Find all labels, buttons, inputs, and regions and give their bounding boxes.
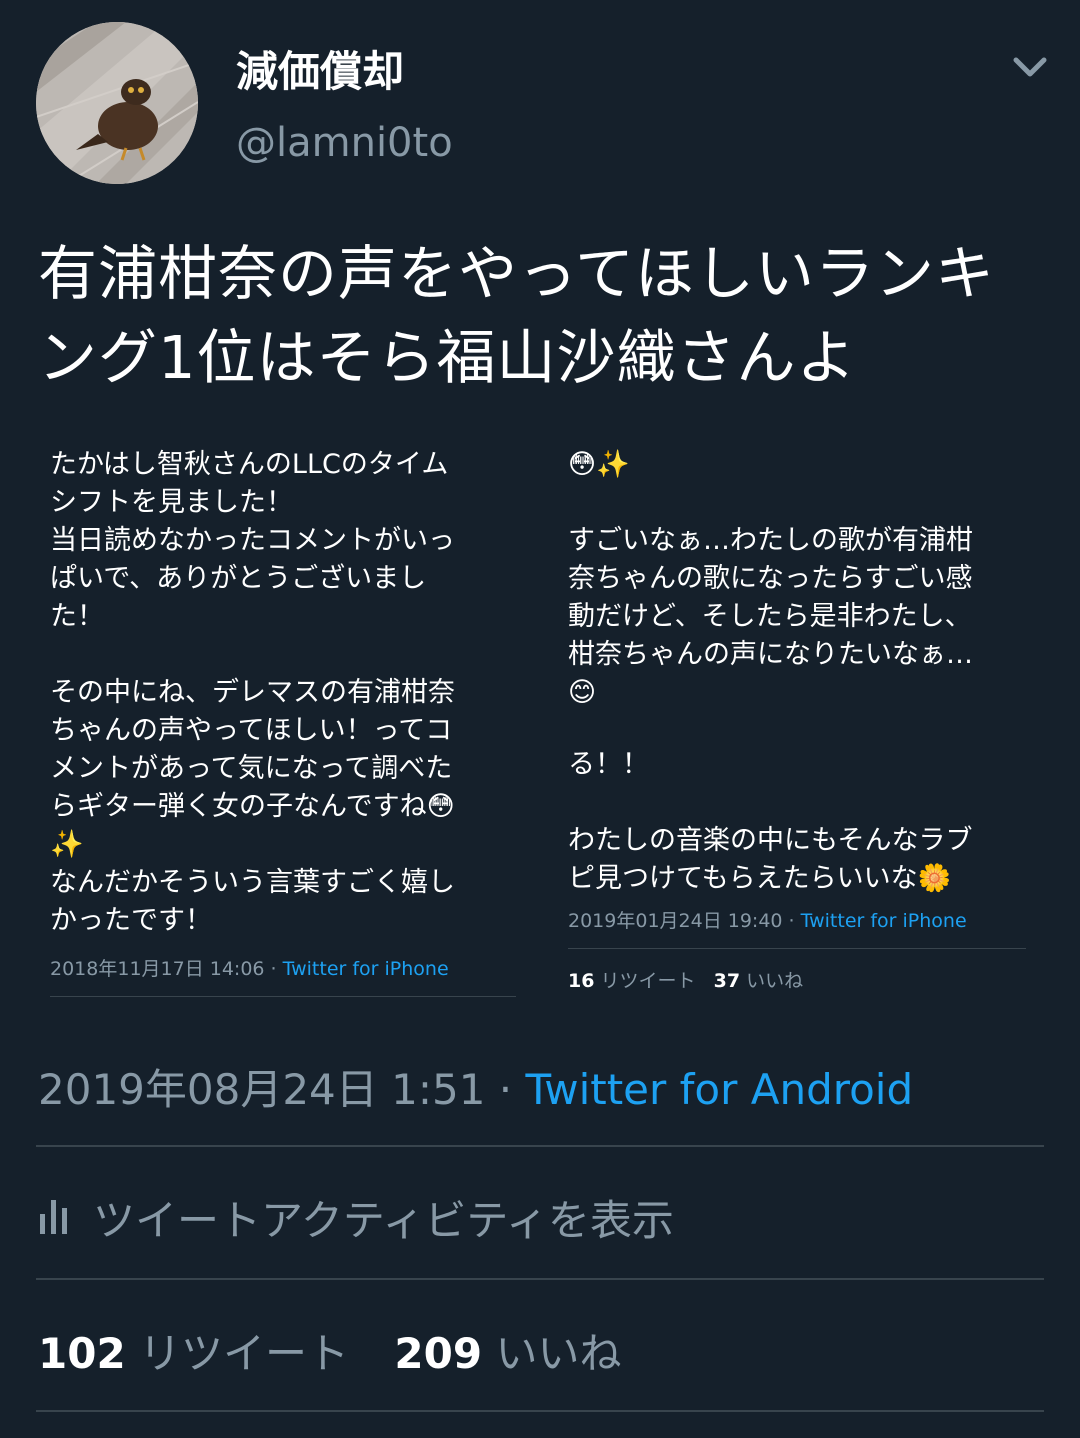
tweet-timestamp: 2019年08月24日 1:51 · Twitter for Android xyxy=(38,1065,914,1114)
divider xyxy=(50,996,516,997)
client-link[interactable]: Twitter for Android xyxy=(526,1065,914,1114)
screenshot-timestamp: 2019年01月24日 19:40 · Twitter for iPhone xyxy=(568,910,967,932)
screenshot-stats: 16 リツイート 37 いいね xyxy=(568,970,804,992)
tweet-activity-label: ツイートアクティビティを表示 xyxy=(93,1195,674,1245)
retweet-count[interactable]: 102 リツイート xyxy=(38,1329,349,1378)
divider xyxy=(568,948,1026,949)
screenshot-tweet-text-bottom: る！！ わたしの音楽の中にもそんなラブ ピ見つけてもらえたらいいな🌼 xyxy=(568,749,973,894)
chevron-down-icon[interactable] xyxy=(1008,50,1052,86)
divider xyxy=(36,1410,1044,1412)
user-handle[interactable]: @lamni0to xyxy=(236,120,453,166)
divider xyxy=(36,1145,1044,1147)
divider xyxy=(36,1278,1044,1280)
display-name[interactable]: 減価償却 xyxy=(236,38,404,99)
engagement-stats: 102 リツイート 209 いいね xyxy=(38,1320,653,1381)
screenshot-timestamp: 2018年11月17日 14:06 · Twitter for iPhone xyxy=(50,958,449,980)
screenshot-cut-edge xyxy=(550,722,1048,736)
avatar[interactable] xyxy=(36,22,198,184)
screenshot-left[interactable]: たかはし智秋さんのLLCのタイム シフトを見ました！ 当日読めなかったコメントが… xyxy=(38,440,516,1000)
like-count[interactable]: 209 いいね xyxy=(394,1329,621,1378)
tweet-activity-button[interactable]: ツイートアクティビティを表示 xyxy=(40,1182,674,1252)
screenshot-right[interactable]: 😳✨ すごいなぁ…わたしの歌が有浦柑 奈ちゃんの歌になったらすごい感 動だけど、… xyxy=(550,440,1048,1000)
owl-photo-avatar xyxy=(36,22,198,184)
screenshot-tweet-text-top: 😳✨ すごいなぁ…わたしの歌が有浦柑 奈ちゃんの歌になったらすごい感 動だけど、… xyxy=(568,449,973,708)
bar-chart-icon xyxy=(40,1200,67,1234)
attached-images[interactable]: たかはし智秋さんのLLCのタイム シフトを見ました！ 当日読めなかったコメントが… xyxy=(38,440,1048,1010)
screenshot-tweet-text: たかはし智秋さんのLLCのタイム シフトを見ました！ 当日読めなかったコメントが… xyxy=(50,449,455,936)
tweet-text: 有浦柑奈の声をやってほしいランキング1位はそら福山沙織さんよ xyxy=(38,239,996,392)
